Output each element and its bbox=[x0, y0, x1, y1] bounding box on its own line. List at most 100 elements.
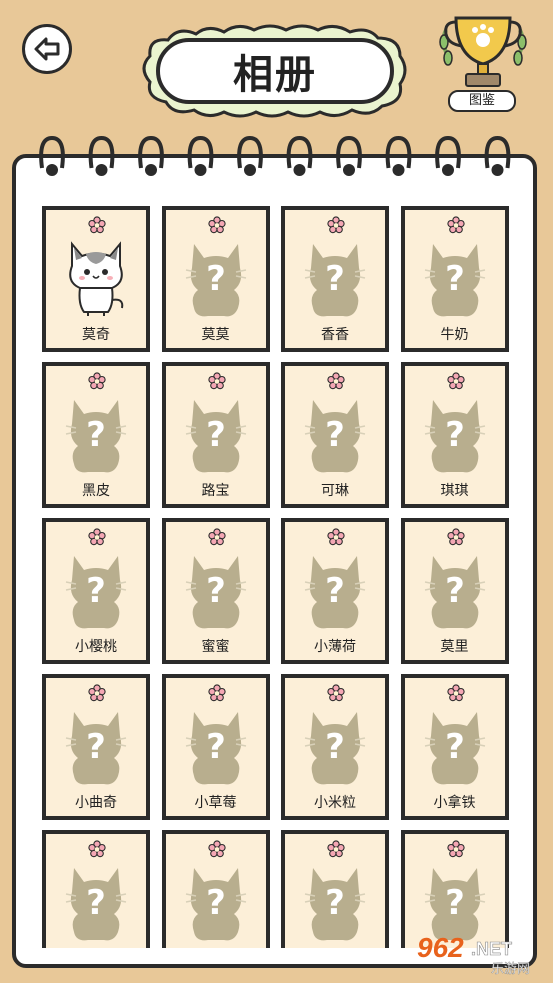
notebook-rings bbox=[39, 135, 511, 176]
cat-card[interactable]: ? 小米粒 bbox=[281, 674, 389, 820]
watermark-logo: 962 .NET 乐游网 bbox=[417, 932, 530, 977]
ring-icon bbox=[435, 135, 461, 176]
locked-cat-silhouette-icon: ? bbox=[185, 556, 246, 629]
cat-card-name: 路宝 bbox=[201, 483, 230, 499]
svg-text:?: ? bbox=[325, 883, 345, 923]
cat-card[interactable]: ? 可琳 bbox=[281, 362, 389, 508]
ring-icon bbox=[286, 135, 313, 176]
album-grid: 莫奇 ? 莫莫 ? 香香 ? 牛奶 ? 黑皮 ? 路宝 ? 可琳 ? 琪琪 ? … bbox=[42, 206, 512, 948]
cat-card[interactable]: 莫奇 bbox=[42, 206, 150, 352]
cat-card-name: 黑皮 bbox=[82, 483, 110, 499]
cat-card[interactable]: ? 路宝 bbox=[161, 362, 270, 508]
flower-icon bbox=[446, 684, 465, 702]
locked-cat-silhouette-icon: ? bbox=[304, 556, 366, 629]
cat-card[interactable]: ? 莫里 bbox=[400, 518, 509, 664]
cat-momo-icon bbox=[69, 241, 124, 316]
locked-cat-silhouette-icon: ? bbox=[185, 244, 246, 317]
flower-icon bbox=[327, 528, 345, 546]
cat-card[interactable]: ? 蜜蜜 bbox=[161, 518, 270, 664]
cat-card[interactable]: ? bbox=[161, 830, 270, 948]
ring-icon bbox=[39, 135, 65, 176]
svg-text:乐游网: 乐游网 bbox=[491, 962, 530, 977]
back-arrow-icon bbox=[34, 37, 60, 61]
locked-cat-silhouette-icon: ? bbox=[304, 868, 366, 941]
svg-text:?: ? bbox=[325, 727, 345, 767]
locked-cat-silhouette-icon: ? bbox=[65, 400, 127, 473]
flower-icon bbox=[446, 372, 465, 390]
svg-text:?: ? bbox=[206, 571, 226, 611]
flower-icon bbox=[207, 528, 226, 546]
locked-cat-silhouette-icon: ? bbox=[424, 556, 485, 629]
svg-text:.NET: .NET bbox=[471, 939, 512, 959]
cat-card[interactable]: ? bbox=[42, 830, 150, 948]
flower-icon bbox=[207, 684, 226, 702]
cat-card-name: 可琳 bbox=[321, 483, 349, 499]
locked-cat-silhouette-icon: ? bbox=[65, 712, 127, 785]
svg-text:962: 962 bbox=[417, 932, 464, 963]
flower-icon bbox=[88, 528, 106, 546]
cat-card-name: 莫里 bbox=[440, 639, 469, 655]
cat-card[interactable]: ? 小曲奇 bbox=[42, 674, 150, 820]
locked-cat-silhouette-icon: ? bbox=[185, 868, 246, 941]
svg-text:?: ? bbox=[86, 415, 106, 455]
locked-cat-silhouette-icon: ? bbox=[424, 244, 485, 317]
cat-card[interactable]: ? 莫莫 bbox=[161, 206, 270, 352]
ring-icon bbox=[385, 135, 412, 176]
cat-card-name: 小米粒 bbox=[314, 795, 356, 811]
locked-cat-silhouette-icon: ? bbox=[185, 712, 246, 785]
cat-card-name: 牛奶 bbox=[440, 327, 469, 343]
flower-icon bbox=[327, 840, 345, 858]
flower-icon bbox=[327, 684, 345, 702]
cat-card[interactable]: ? 黑皮 bbox=[42, 362, 150, 508]
ring-icon bbox=[484, 135, 511, 176]
cat-card[interactable]: ? 牛奶 bbox=[400, 206, 509, 352]
locked-cat-silhouette-icon: ? bbox=[304, 244, 366, 317]
cat-card[interactable]: ? bbox=[281, 830, 389, 948]
locked-cat-silhouette-icon: ? bbox=[304, 712, 366, 785]
locked-cat-silhouette-icon: ? bbox=[65, 556, 127, 629]
svg-text:?: ? bbox=[445, 883, 465, 923]
flower-icon bbox=[88, 372, 106, 390]
svg-text:?: ? bbox=[86, 727, 106, 767]
cat-card[interactable]: ? 琪琪 bbox=[400, 362, 509, 508]
flower-icon bbox=[88, 216, 106, 234]
svg-text:?: ? bbox=[445, 415, 465, 455]
cat-card[interactable]: ? 小草莓 bbox=[161, 674, 270, 820]
cat-card-name: 小草莓 bbox=[194, 795, 237, 811]
locked-cat-silhouette-icon: ? bbox=[304, 400, 366, 473]
svg-text:?: ? bbox=[445, 259, 465, 299]
ring-icon bbox=[138, 135, 164, 176]
flower-icon bbox=[327, 372, 345, 390]
ring-icon bbox=[187, 135, 214, 176]
cat-card-name: 香香 bbox=[321, 327, 349, 343]
ring-icon bbox=[237, 135, 263, 176]
flower-icon bbox=[88, 684, 106, 702]
flower-icon bbox=[207, 840, 226, 858]
back-button[interactable] bbox=[22, 24, 72, 74]
cat-card[interactable]: ? 小薄荷 bbox=[281, 518, 389, 664]
flower-icon bbox=[88, 840, 106, 858]
cat-card-name: 小拿铁 bbox=[433, 795, 476, 811]
svg-text:?: ? bbox=[325, 259, 345, 299]
cat-card[interactable]: ? 小拿铁 bbox=[400, 674, 509, 820]
flower-icon bbox=[446, 840, 465, 858]
svg-text:?: ? bbox=[325, 415, 345, 455]
cat-card-name: 小薄荷 bbox=[314, 639, 356, 655]
locked-cat-silhouette-icon: ? bbox=[424, 400, 485, 473]
flower-icon bbox=[327, 216, 345, 234]
encyclopedia-button[interactable]: 图鉴 bbox=[448, 90, 516, 112]
flower-icon bbox=[207, 372, 226, 390]
svg-text:?: ? bbox=[206, 259, 226, 299]
svg-text:?: ? bbox=[86, 571, 106, 611]
cat-card-name: 莫莫 bbox=[201, 327, 230, 343]
cat-card[interactable]: ? 小樱桃 bbox=[42, 518, 150, 664]
cat-card-name: 小曲奇 bbox=[75, 795, 117, 811]
cat-card[interactable]: ? 香香 bbox=[281, 206, 389, 352]
svg-text:?: ? bbox=[445, 727, 465, 767]
cat-card-name: 小樱桃 bbox=[75, 639, 117, 655]
cat-card-name: 莫奇 bbox=[82, 327, 110, 343]
trophy-icon[interactable] bbox=[438, 12, 528, 98]
ring-icon bbox=[88, 135, 115, 176]
svg-text:?: ? bbox=[86, 883, 106, 923]
flower-icon bbox=[446, 528, 465, 546]
